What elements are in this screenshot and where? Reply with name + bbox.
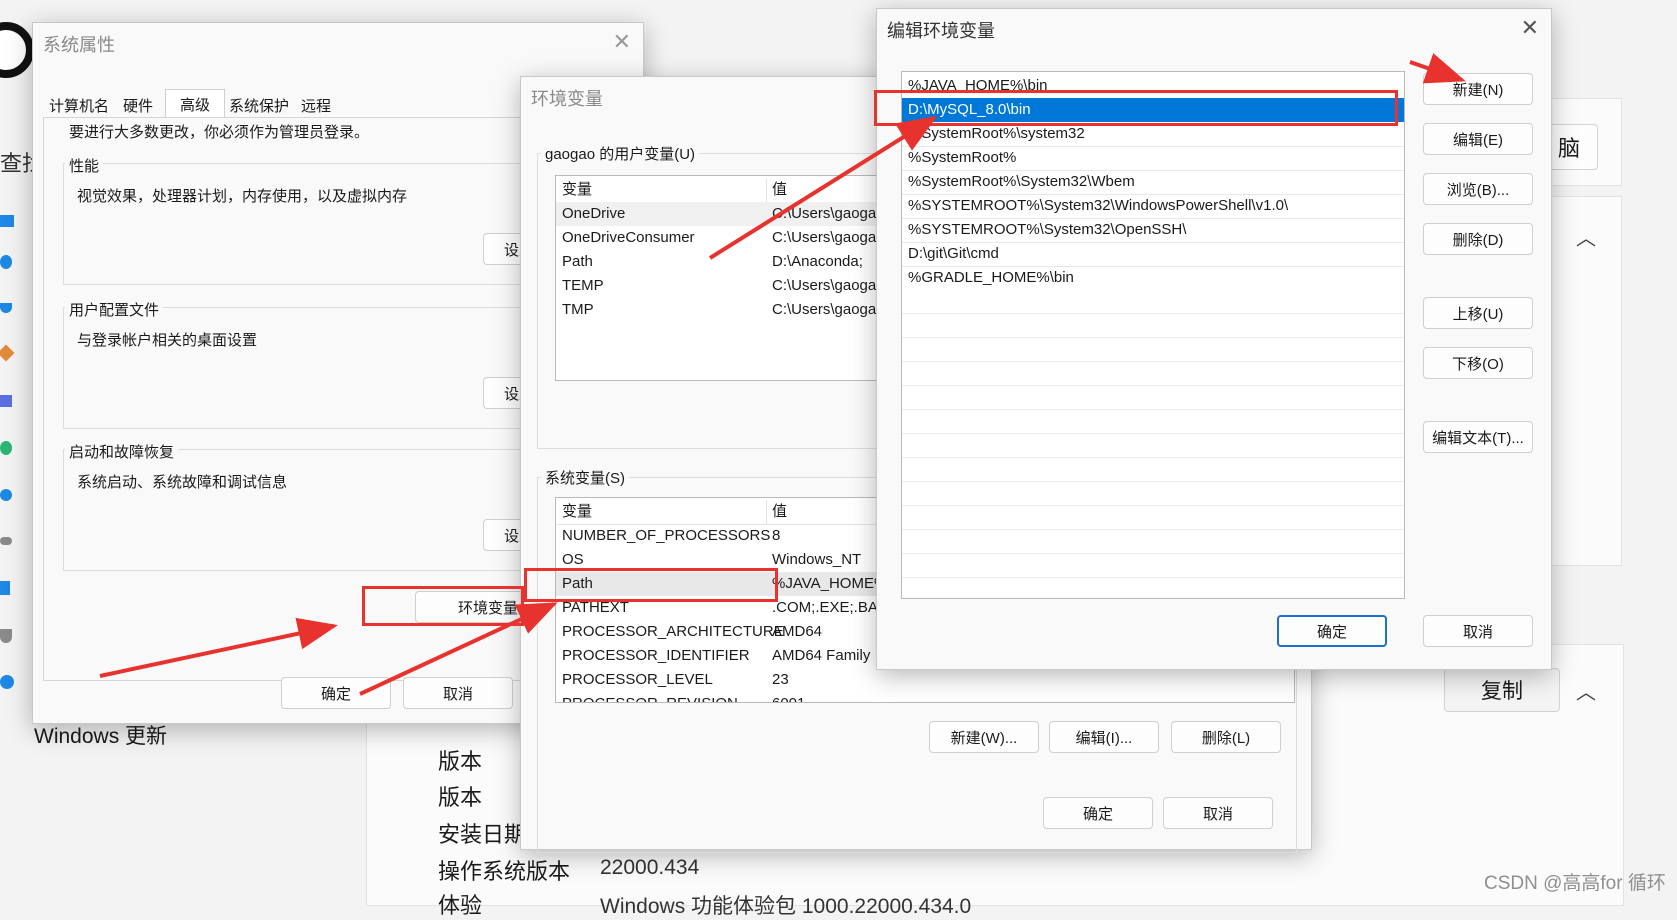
ok-button[interactable]: 确定 (281, 677, 391, 709)
accessibility-icon[interactable] (0, 581, 10, 595)
empty-rows (902, 290, 1404, 598)
admin-note: 要进行大多数更改，你必须作为管理员登录。 (69, 124, 370, 141)
startup-recovery-label: 启动和故障恢复 (65, 441, 179, 462)
tab-remote[interactable]: 远程 (301, 95, 331, 116)
user-variables-label: gaogao 的用户变量(U) (541, 143, 700, 164)
list-item[interactable]: %SYSTEMROOT%\System32\WindowsPowerShell\… (902, 194, 1404, 219)
spec-label-3: 安装日期 (438, 822, 527, 847)
tab-advanced[interactable]: 高级 (165, 89, 226, 119)
list-item-selected[interactable]: D:\MySQL_8.0\bin (902, 98, 1404, 122)
list-item[interactable]: %SystemRoot%\system32 (902, 122, 1404, 147)
tab-system-protection[interactable]: 系统保护 (229, 95, 289, 116)
path-entries-list: %JAVA_HOME%\bin D:\MySQL_8.0\bin %System… (901, 71, 1405, 599)
accounts-icon[interactable] (0, 441, 12, 455)
edit-entry-button[interactable]: 编辑(E) (1423, 123, 1533, 155)
user-profiles-desc: 与登录帐户相关的桌面设置 (77, 332, 258, 349)
performance-desc: 视觉效果，处理器计划，内存使用，以及虚拟内存 (77, 188, 408, 205)
privacy-icon[interactable] (0, 629, 12, 643)
chevron-up-icon[interactable]: ︿ (1576, 222, 1596, 251)
bluetooth-icon[interactable] (0, 255, 12, 269)
computer-label: 脑 (1557, 136, 1580, 161)
ok-button[interactable]: 确定 (1043, 797, 1153, 829)
spec-label-5: 体验 (438, 893, 483, 918)
cancel-button[interactable]: 取消 (1423, 615, 1533, 647)
delete-entry-button[interactable]: 删除(D) (1423, 223, 1533, 255)
cancel-button[interactable]: 取消 (403, 677, 513, 709)
edit-text-button[interactable]: 编辑文本(T)... (1423, 421, 1533, 453)
dialog-title: 系统属性 (43, 35, 115, 55)
apps-icon[interactable] (0, 395, 12, 407)
new-entry-button[interactable]: 新建(N) (1423, 73, 1533, 105)
ok-button[interactable]: 确定 (1277, 615, 1387, 647)
system-edit-button[interactable]: 编辑(I)... (1049, 721, 1159, 753)
system-delete-button[interactable]: 删除(L) (1171, 721, 1281, 753)
spec-label-4: 操作系统版本 (438, 859, 571, 884)
watermark: CSDN @高高for 循环 (1484, 873, 1666, 894)
list-item[interactable]: %JAVA_HOME%\bin (902, 74, 1404, 99)
avatar (0, 22, 34, 78)
user-profiles-label: 用户配置文件 (65, 299, 164, 320)
table-row[interactable]: PROCESSOR_REVISION 6001 (556, 692, 1294, 702)
cancel-button[interactable]: 取消 (1163, 797, 1273, 829)
list-item[interactable]: D:\git\Git\cmd (902, 242, 1404, 267)
network-icon[interactable] (0, 303, 12, 313)
performance-label: 性能 (65, 155, 104, 176)
browse-button[interactable]: 浏览(B)... (1423, 173, 1533, 205)
startup-recovery-desc: 系统启动、系统故障和调试信息 (77, 474, 288, 491)
spec-value-4: 22000.434 (600, 856, 700, 879)
chevron-up-icon[interactable]: ︿ (1576, 676, 1596, 705)
copy-button[interactable]: 复制 (1444, 668, 1560, 712)
list-item[interactable]: %SystemRoot%\System32\Wbem (902, 170, 1404, 195)
display-icon[interactable] (0, 215, 14, 227)
tab-hardware[interactable]: 硬件 (123, 95, 153, 116)
close-icon[interactable]: ✕ (1521, 15, 1539, 41)
list-item[interactable]: %GRADLE_HOME%\bin (902, 266, 1404, 291)
close-icon[interactable]: ✕ (613, 29, 631, 55)
windows-update-label[interactable]: Windows 更新 (34, 720, 167, 750)
list-item[interactable]: %SystemRoot% (902, 146, 1404, 171)
system-new-button[interactable]: 新建(W)... (929, 721, 1039, 753)
spec-value-5: Windows 功能体验包 1000.22000.434.0 (600, 895, 972, 918)
list-item[interactable]: %SYSTEMROOT%\System32\OpenSSH\ (902, 218, 1404, 243)
move-down-button[interactable]: 下移(O) (1423, 347, 1533, 379)
tab-computer-name[interactable]: 计算机名 (49, 95, 109, 116)
time-language-icon[interactable] (0, 489, 12, 501)
spec-label-2: 版本 (438, 785, 483, 810)
table-row[interactable]: PROCESSOR_LEVEL 23 (556, 668, 1294, 692)
spec-label-1: 版本 (438, 749, 483, 774)
personalization-icon[interactable] (0, 344, 15, 362)
dialog-title: 环境变量 (531, 89, 603, 109)
copy-label: 复制 (1481, 680, 1523, 703)
windows-update-icon[interactable] (0, 675, 14, 689)
dialog-title: 编辑环境变量 (887, 21, 995, 41)
move-up-button[interactable]: 上移(U) (1423, 297, 1533, 329)
system-variables-label: 系统变量(S) (541, 467, 629, 488)
edit-environment-variable-dialog: 编辑环境变量 ✕ %JAVA_HOME%\bin D:\MySQL_8.0\bi… (876, 8, 1552, 670)
gaming-icon[interactable] (0, 537, 12, 545)
